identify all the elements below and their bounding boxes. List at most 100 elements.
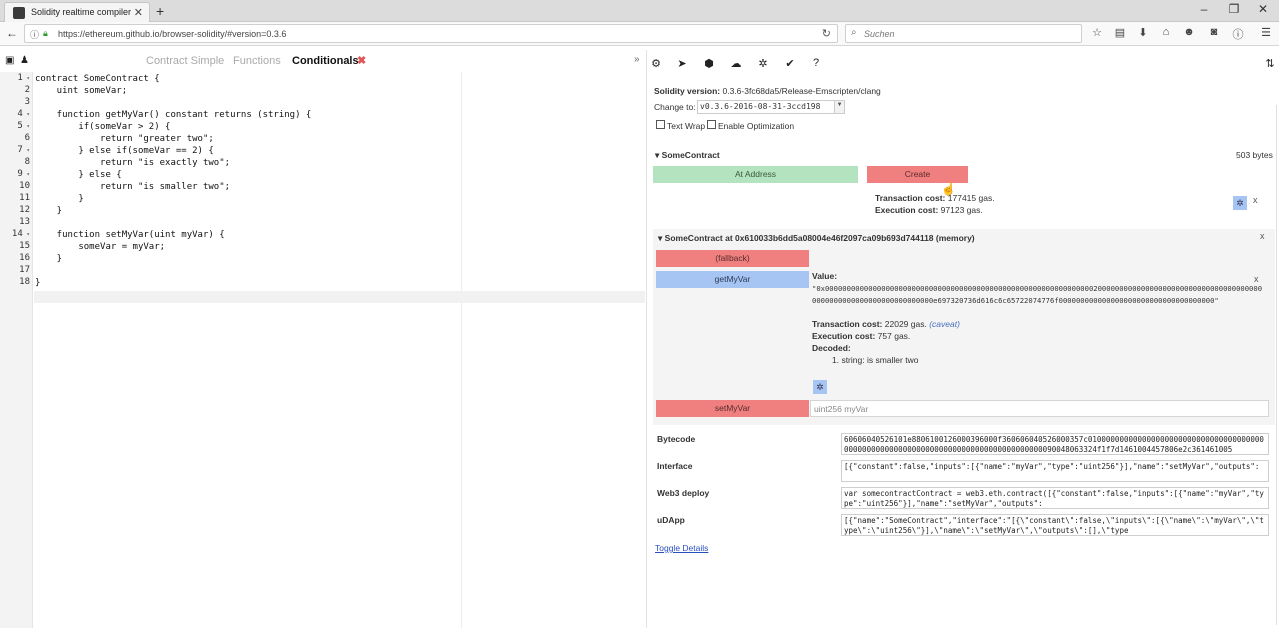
return-value: "0x0000000000000000000000000000000000000… [812, 284, 1263, 305]
version-select[interactable]: v0.3.6-2016-08-31-3ccd198 ▼ [697, 100, 845, 114]
at-address-button[interactable]: At Address [653, 166, 858, 183]
line-number-text: 8 [24, 157, 30, 167]
setmyvar-param-input[interactable]: uint256 myVar [810, 400, 1269, 417]
text-wrap-checkbox[interactable] [656, 120, 665, 129]
value-label: Value: [812, 271, 838, 281]
menu-icon[interactable]: ☰ [1259, 26, 1273, 39]
code-line[interactable]: function setMyVar(uint myVar) { [35, 230, 225, 242]
check-icon[interactable]: ✔ [783, 57, 797, 70]
line-number-text: 15 [19, 241, 30, 251]
info-icon[interactable]: ⓘ [30, 28, 39, 41]
url-text[interactable]: https://ethereum.github.io/browser-solid… [58, 29, 286, 39]
search-placeholder: Suchen [864, 29, 895, 39]
create-button[interactable]: Create [867, 166, 968, 183]
window-close-icon[interactable]: ✕ [1255, 2, 1271, 16]
tab-close-icon[interactable]: ✖ [357, 54, 366, 67]
code-line[interactable]: if(someVar > 2) { [35, 122, 170, 134]
collapse-panel-icon[interactable]: » [634, 54, 640, 65]
code-line[interactable]: function getMyVar() constant returns (st… [35, 110, 312, 122]
address-bar[interactable]: ⓘ 🔒︎ https://ethereum.github.io/browser-… [24, 24, 838, 43]
bookmark-star-icon[interactable]: ☆ [1090, 26, 1104, 39]
code-line[interactable]: } [35, 278, 40, 290]
toggle-details-link[interactable]: Toggle Details [655, 543, 708, 553]
enable-optimization-checkbox[interactable] [707, 120, 716, 129]
code-line[interactable]: someVar = myVar; [35, 242, 165, 254]
code-line[interactable]: return "is smaller two"; [35, 182, 230, 194]
browser-tab[interactable]: Solidity realtime compiler ... ✕ [4, 2, 150, 22]
code-line[interactable]: return "greater two"; [35, 134, 214, 146]
version-select-value: v0.3.6-2016-08-31-3ccd198 [700, 102, 821, 111]
help-circle-icon[interactable]: ⓘ [1231, 26, 1245, 42]
fold-arrow-icon[interactable]: ▾ [23, 75, 30, 82]
decoded-label: Decoded: [812, 343, 851, 353]
user-icon[interactable]: ♟ [20, 55, 29, 66]
bytecode-textarea[interactable]: 60606040526101e8806100126000396000f36060… [841, 433, 1269, 455]
search-input[interactable]: ⌕ Suchen [845, 24, 1082, 43]
back-arrow-icon[interactable]: ← [6, 26, 18, 40]
reading-list-icon[interactable]: ▤ [1113, 26, 1127, 39]
close-result-icon[interactable]: x [1253, 195, 1258, 205]
code-line[interactable]: uint someVar; [35, 86, 127, 98]
interface-label: Interface [657, 461, 693, 471]
send-icon[interactable]: ➤ [675, 57, 689, 70]
code-line[interactable]: } [35, 206, 62, 218]
code-line[interactable]: contract SomeContract { [35, 74, 160, 86]
fold-arrow-icon[interactable]: ▾ [23, 147, 30, 154]
debug-bug-icon[interactable]: ✲ [813, 380, 827, 394]
line-number: 3 [0, 97, 30, 109]
setmyvar-button[interactable]: setMyVar [656, 400, 809, 417]
code-line[interactable]: } else if(someVar == 2) { [35, 146, 213, 158]
tab-contract-simple[interactable]: Contract Simple [146, 55, 224, 67]
code-line[interactable]: } [35, 254, 62, 266]
line-number: 2 [0, 85, 30, 97]
question-icon[interactable]: ? [809, 57, 823, 69]
change-to-label: Change to: [654, 102, 696, 112]
fold-arrow-icon[interactable]: ▾ [23, 111, 30, 118]
tab-conditionals[interactable]: Conditionals [292, 55, 359, 67]
pocket-icon[interactable]: ◙ [1207, 26, 1221, 38]
download-icon[interactable]: ⬇ [1136, 26, 1150, 39]
line-number: 16 [0, 253, 30, 265]
debug-bug-icon[interactable]: ✲ [1233, 196, 1247, 210]
fold-arrow-icon[interactable]: ▾ [23, 123, 30, 130]
line-number-text: 3 [24, 97, 30, 107]
chat-icon[interactable]: ☻ [1182, 26, 1196, 38]
udapp-textarea[interactable]: [{"name":"SomeContract","interface":"[{\… [841, 514, 1269, 536]
package-icon[interactable]: ⬢ [702, 57, 716, 70]
getmyvar-button[interactable]: getMyVar [656, 271, 809, 288]
instance-header[interactable]: ▾ SomeContract at 0x610033b6dd5a08004e46… [658, 233, 975, 244]
line-number-text: 18 [19, 277, 30, 287]
minimize-icon[interactable]: – [1196, 2, 1212, 16]
interface-textarea[interactable]: [{"constant":false,"inputs":[{"name":"my… [841, 460, 1269, 482]
home-icon[interactable]: ⌂ [1159, 26, 1173, 38]
caveat-link[interactable]: (caveat) [929, 319, 960, 329]
create-tx-cost-label: Transaction cost: [875, 193, 946, 203]
settings-gear-icon[interactable]: ⚙ [649, 57, 663, 70]
code-line[interactable]: } [35, 194, 83, 206]
reload-icon[interactable]: ↻ [822, 27, 831, 40]
call-exec-cost-label: Execution cost: [812, 331, 876, 341]
create-tx-cost-value: 177415 gas. [947, 193, 995, 203]
line-number: 14 ▾ [0, 229, 30, 241]
line-number: 8 [0, 157, 30, 169]
call-tx-cost-value: 22029 gas. [884, 319, 927, 329]
code-line[interactable]: return "is exactly two"; [35, 158, 230, 170]
contract-header[interactable]: ▾ SomeContract [655, 150, 720, 161]
fallback-button[interactable]: (fallback) [656, 250, 809, 267]
tab-close-icon[interactable]: ✕ [134, 6, 143, 19]
code-line[interactable]: } else { [35, 170, 121, 182]
web3-deploy-textarea[interactable]: var somecontractContract = web3.eth.cont… [841, 487, 1269, 509]
fold-arrow-icon[interactable]: ▾ [23, 231, 30, 238]
tab-functions[interactable]: Functions [233, 55, 281, 67]
restore-icon[interactable]: ❐ [1226, 2, 1242, 16]
instance-title: SomeContract at 0x610033b6dd5a08004e46f2… [664, 233, 975, 243]
file-add-icon[interactable]: ▣ [5, 55, 14, 66]
new-tab-icon[interactable]: + [156, 3, 164, 19]
fold-arrow-icon[interactable]: ▾ [23, 171, 30, 178]
close-instance-icon[interactable]: x [1260, 231, 1265, 241]
bytecode-label: Bytecode [657, 434, 696, 444]
line-number-text: 10 [19, 181, 30, 191]
swap-icon[interactable]: ⇅ [1263, 57, 1277, 70]
cloud-upload-icon[interactable]: ☁ [729, 57, 743, 70]
bug-icon[interactable]: ✲ [756, 57, 770, 70]
